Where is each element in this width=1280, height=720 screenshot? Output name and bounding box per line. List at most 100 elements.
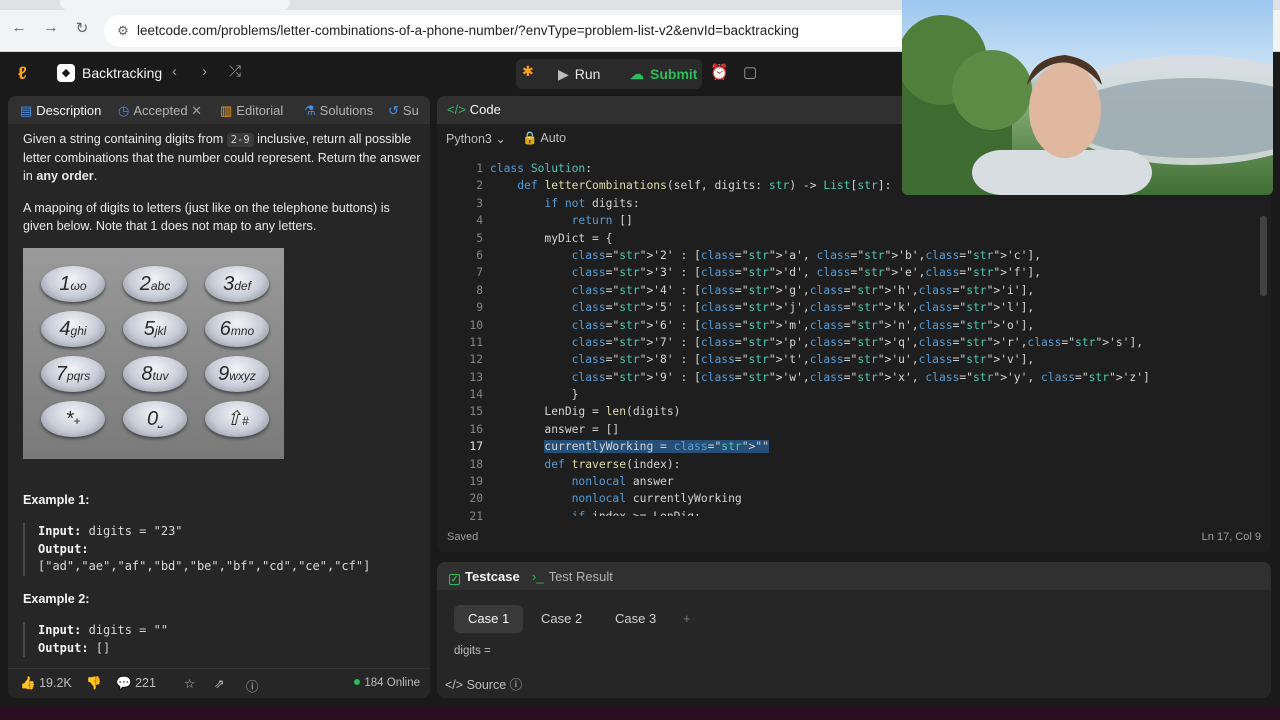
debug-icon[interactable]: ✱ xyxy=(522,63,534,80)
key-digit: 1 xyxy=(59,273,71,295)
autocomplete-toggle[interactable]: 🔒 Auto xyxy=(522,131,566,146)
star-icon[interactable]: ☆ xyxy=(184,676,195,691)
key-letters: wxyz xyxy=(229,369,256,383)
code-line[interactable]: currentlyWorking = class="str">"" xyxy=(490,438,1250,455)
thumbs-up-icon: 👍 xyxy=(20,676,36,690)
code-line[interactable]: class="str">'2' : [class="str">'a', clas… xyxy=(490,247,1250,264)
line-number: 3 xyxy=(476,196,483,210)
line-number: 21 xyxy=(469,509,483,523)
dock-strip xyxy=(0,708,1280,720)
chevron-down-icon: ⌄ xyxy=(495,132,506,146)
source-button[interactable]: </> Source ⓘ xyxy=(445,674,522,693)
code-line[interactable]: class="str">'7' : [class="str">'p',class… xyxy=(490,334,1250,351)
description-paragraph-2: A mapping of digits to letters (just lik… xyxy=(23,201,390,233)
run-button[interactable]: ▶ Run xyxy=(548,59,610,89)
site-info-icon[interactable]: ⚙ xyxy=(114,22,132,40)
problem-description: Given a string containing digits from 2-… xyxy=(23,130,423,249)
code-line[interactable]: LenDig = len(digits) xyxy=(490,403,1250,420)
tab-test-result[interactable]: ›_ Test Result xyxy=(532,569,613,584)
url-text: leetcode.com/problems/letter-combination… xyxy=(137,23,799,38)
line-number: 11 xyxy=(469,335,483,349)
tab-code[interactable]: </> Code xyxy=(447,102,501,117)
problem-list-icon: ◆ xyxy=(57,64,75,82)
dislike-button[interactable]: 👎 xyxy=(86,676,102,691)
lock-icon: 🔒 xyxy=(522,131,538,145)
case-3-tab[interactable]: Case 3 xyxy=(601,605,670,633)
keypad-key-3: 4ghi xyxy=(41,311,105,347)
case-2-tab[interactable]: Case 2 xyxy=(527,605,596,633)
code-line[interactable]: answer = [] xyxy=(490,421,1250,438)
testcase-panel: ✓ Testcase ›_ Test Result Case 1 Case 2 Ca… xyxy=(437,562,1271,698)
submit-button[interactable]: ☁ Submit xyxy=(620,59,707,89)
keypad-key-5: 6mno xyxy=(205,311,269,347)
example-2-block: Input: digits = "" Output: [] xyxy=(23,622,168,657)
tab-editorial[interactable]: ▥ Editorial xyxy=(220,103,283,119)
key-digit: 8 xyxy=(141,363,153,385)
close-icon[interactable]: ✕ xyxy=(191,103,202,118)
line-number-gutter: 1 2 3 4 5 6 7 8 9 10 11 12 13 14 15 16 17 18 19 20 21 xyxy=(437,160,483,525)
tab-submissions[interactable]: ↺ Su xyxy=(388,103,419,119)
problem-list-title[interactable]: Backtracking xyxy=(82,65,162,81)
tab-testcase[interactable]: ✓ Testcase xyxy=(449,569,520,585)
code-editor[interactable]: class Solution: def letterCombinations(s… xyxy=(490,160,1250,516)
example-1-title: Example 1: xyxy=(23,493,90,507)
editor-scrollbar[interactable] xyxy=(1260,216,1267,296)
keypad-key-1: 2abc xyxy=(123,266,187,302)
example-input: digits = "" xyxy=(88,623,169,637)
share-icon[interactable]: ⇗ xyxy=(214,676,224,691)
case-1-tab[interactable]: Case 1 xyxy=(454,605,524,633)
alarm-icon[interactable]: ⏰ xyxy=(710,63,729,81)
checkbox-icon: ✓ xyxy=(449,574,460,585)
like-button[interactable]: 👍 19.2K xyxy=(20,676,72,691)
keypad-key-2: 3def xyxy=(205,266,269,302)
code-line[interactable]: if index >= LenDig: xyxy=(490,508,1250,516)
help-icon[interactable]: ⓘ xyxy=(246,676,259,695)
tab-description[interactable]: ▤ Description xyxy=(20,103,101,119)
autocomplete-label: Auto xyxy=(540,131,567,145)
code-line[interactable]: nonlocal currentlyWorking xyxy=(490,490,1250,507)
code-line[interactable]: return [] xyxy=(490,212,1250,229)
testcase-label: Testcase xyxy=(465,569,520,584)
code-line[interactable]: myDict = { xyxy=(490,230,1250,247)
line-number: 1 xyxy=(476,162,483,175)
add-case-icon[interactable]: + xyxy=(669,605,705,633)
code-line[interactable]: class="str">'9' : [class="str">'w',class… xyxy=(490,369,1250,386)
keypad-key-6: 7pqrs xyxy=(41,356,105,392)
inline-code: 2-9 xyxy=(226,133,254,147)
code-line[interactable]: class="str">'6' : [class="str">'m',class… xyxy=(490,317,1250,334)
online-text: 184 Online xyxy=(364,677,420,689)
online-dot-icon xyxy=(354,679,361,685)
reload-icon[interactable]: ↻ xyxy=(73,19,91,37)
leetcode-logo-icon[interactable]: ℓ xyxy=(18,63,38,83)
line-number: 10 xyxy=(469,318,483,332)
code-line[interactable]: class="str">'8' : [class="str">'t',class… xyxy=(490,351,1250,368)
tab-solutions[interactable]: ⚗ Solutions xyxy=(304,103,373,119)
code-line[interactable]: def traverse(index): xyxy=(490,456,1250,473)
comments-button[interactable]: 💬 221 xyxy=(116,676,156,691)
language-select[interactable]: Python3 ⌄ xyxy=(446,131,506,146)
submit-label: Submit xyxy=(650,66,698,82)
code-line[interactable]: class="str">'3' : [class="str">'d', clas… xyxy=(490,264,1250,281)
line-number: 7 xyxy=(476,266,483,280)
shuffle-icon[interactable]: ⤮ xyxy=(229,63,241,80)
forward-icon[interactable]: → xyxy=(42,19,60,36)
code-line[interactable]: if not digits: xyxy=(490,195,1250,212)
key-letters: # xyxy=(242,414,249,428)
next-problem-icon[interactable]: › xyxy=(202,63,207,80)
notes-icon[interactable]: ▢ xyxy=(743,63,757,81)
line-number: 5 xyxy=(476,231,483,245)
address-bar[interactable]: ⚙ leetcode.com/problems/letter-combinati… xyxy=(104,15,924,47)
prev-problem-icon[interactable]: ‹ xyxy=(172,63,177,80)
code-line[interactable]: } xyxy=(490,386,1250,403)
line-number: 16 xyxy=(469,422,483,436)
tab-accepted[interactable]: ◷ Accepted ✕ xyxy=(118,103,202,119)
line-number: 17 xyxy=(469,440,483,454)
browser-tab[interactable] xyxy=(60,0,290,10)
keypad-key-8: 9wxyz xyxy=(205,356,269,392)
code-line[interactable]: nonlocal answer xyxy=(490,473,1250,490)
code-line[interactable]: class="str">'4' : [class="str">'g',class… xyxy=(490,282,1250,299)
key-letters: def xyxy=(234,279,251,293)
code-line[interactable]: class="str">'5' : [class="str">'j',class… xyxy=(490,299,1250,316)
testcase-tabs: ✓ Testcase ›_ Test Result xyxy=(437,562,1271,590)
back-icon[interactable]: ← xyxy=(10,19,28,36)
